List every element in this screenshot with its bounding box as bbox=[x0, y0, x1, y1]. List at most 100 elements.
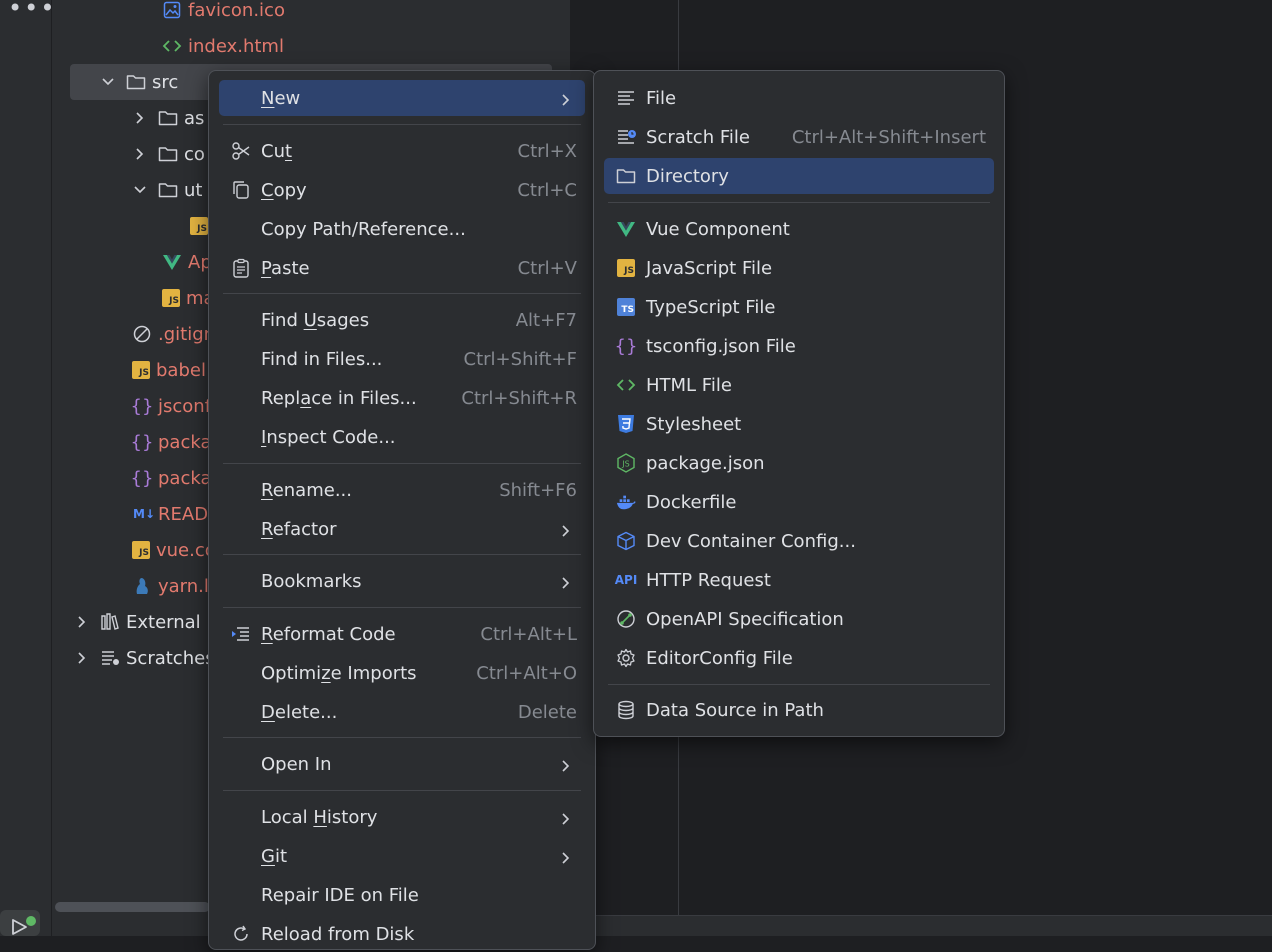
chevron-right-icon[interactable] bbox=[74, 614, 90, 630]
new-item-openapi[interactable]: OpenAPI Specification bbox=[604, 601, 994, 637]
tree-item-label: ut bbox=[184, 179, 203, 201]
menu-item-find-usages[interactable]: Find Usages Alt+F7 bbox=[219, 302, 585, 338]
new-item-javascript-file[interactable]: JS JavaScript File bbox=[604, 250, 994, 286]
new-item-directory[interactable]: Directory bbox=[604, 158, 994, 194]
js-icon: JS bbox=[190, 217, 208, 235]
json-icon: {} bbox=[130, 395, 154, 417]
tree-item-vue-config[interactable]: JS vue.co bbox=[132, 532, 216, 568]
yarn-icon bbox=[132, 576, 152, 596]
tree-item-label: READ bbox=[158, 503, 209, 525]
tree-item-js-file[interactable]: JS bbox=[190, 208, 208, 244]
shortcut-label: Ctrl+Shift+R bbox=[461, 387, 577, 409]
shortcut-label: Ctrl+Alt+L bbox=[480, 623, 577, 645]
menu-item-bookmarks[interactable]: Bookmarks bbox=[219, 563, 585, 599]
new-item-tsconfig[interactable]: {} tsconfig.json File bbox=[604, 328, 994, 364]
tree-item-favicon[interactable]: favicon.ico bbox=[162, 0, 285, 28]
folder-icon bbox=[616, 166, 636, 186]
tree-item-jsconfig[interactable]: {} jsconf bbox=[130, 388, 212, 424]
chevron-right-icon[interactable] bbox=[74, 650, 90, 666]
menu-item-paste[interactable]: Paste Ctrl+V bbox=[219, 250, 585, 286]
new-item-dev-container[interactable]: Dev Container Config... bbox=[604, 523, 994, 559]
scratches-icon bbox=[100, 648, 120, 668]
chevron-right-icon bbox=[559, 522, 573, 543]
new-item-http-request[interactable]: API HTTP Request bbox=[604, 562, 994, 598]
chevron-right-icon[interactable] bbox=[132, 146, 148, 162]
tree-item-package-lock[interactable]: {} packa bbox=[130, 460, 212, 496]
folder-icon bbox=[158, 108, 178, 128]
shortcut-label: Ctrl+X bbox=[517, 140, 577, 162]
menu-item-find-in-files[interactable]: Find in Files... Ctrl+Shift+F bbox=[219, 341, 585, 377]
tree-item-package-json[interactable]: {} packa bbox=[131, 424, 212, 460]
new-item-dockerfile[interactable]: Dockerfile bbox=[604, 484, 994, 520]
new-item-file[interactable]: File bbox=[604, 80, 994, 116]
separator bbox=[223, 463, 581, 464]
tree-item-main-js[interactable]: JS ma bbox=[162, 280, 215, 316]
menu-item-replace-in-files[interactable]: Replace in Files... Ctrl+Shift+R bbox=[219, 380, 585, 416]
new-submenu: File Scratch File Ctrl+Alt+Shift+Insert … bbox=[593, 70, 1005, 737]
html-icon bbox=[616, 375, 636, 395]
menu-item-reload-from-disk[interactable]: Reload from Disk bbox=[219, 916, 585, 952]
tree-item-babel[interactable]: JS babel bbox=[132, 352, 206, 388]
new-item-scratch-file[interactable]: Scratch File Ctrl+Alt+Shift+Insert bbox=[604, 119, 994, 155]
docker-icon bbox=[616, 492, 636, 512]
tree-item-readme[interactable]: M↓ READ bbox=[132, 496, 208, 532]
tree-item-index-html[interactable]: index.html bbox=[162, 28, 284, 64]
menu-item-cut[interactable]: Cut Ctrl+X bbox=[219, 133, 585, 169]
new-item-stylesheet[interactable]: Stylesheet bbox=[604, 406, 994, 442]
menu-item-inspect-code[interactable]: Inspect Code... bbox=[219, 419, 585, 455]
clipboard-icon bbox=[231, 258, 251, 278]
menu-item-local-history[interactable]: Local History bbox=[219, 799, 585, 835]
menu-item-git[interactable]: Git bbox=[219, 838, 585, 874]
menu-item-copy[interactable]: Copy Ctrl+C bbox=[219, 172, 585, 208]
new-item-typescript-file[interactable]: TS TypeScript File bbox=[604, 289, 994, 325]
scissors-icon bbox=[231, 141, 251, 161]
menu-item-optimize-imports[interactable]: Optimize Imports Ctrl+Alt+O bbox=[219, 655, 585, 691]
menu-item-new[interactable]: New bbox=[219, 80, 585, 116]
chevron-down-icon[interactable] bbox=[132, 182, 148, 198]
svg-text:JS: JS bbox=[621, 460, 629, 469]
new-item-package-json[interactable]: JS package.json bbox=[604, 445, 994, 481]
new-item-data-source[interactable]: Data Source in Path bbox=[604, 692, 994, 728]
menu-item-rename[interactable]: Rename... Shift+F6 bbox=[219, 472, 585, 508]
horizontal-scrollbar[interactable] bbox=[55, 902, 210, 912]
tree-item-scratches[interactable]: Scratches bbox=[74, 640, 215, 676]
run-status-dot bbox=[26, 916, 36, 926]
shortcut-label: Ctrl+C bbox=[517, 179, 577, 201]
chevron-down-icon[interactable] bbox=[100, 74, 116, 90]
separator bbox=[223, 737, 581, 738]
tree-item-app-vue[interactable]: Ap bbox=[162, 244, 212, 280]
js-icon: JS bbox=[132, 541, 150, 559]
dev-container-icon bbox=[616, 531, 636, 551]
chevron-right-icon[interactable] bbox=[132, 110, 148, 126]
chevron-right-icon bbox=[559, 91, 573, 112]
new-item-vue-component[interactable]: Vue Component bbox=[604, 211, 994, 247]
shortcut-label: Ctrl+V bbox=[517, 257, 577, 279]
tree-item-assets[interactable]: as bbox=[132, 100, 204, 136]
database-icon bbox=[616, 700, 636, 720]
tree-item-yarn-lock[interactable]: yarn.l bbox=[132, 568, 209, 604]
separator bbox=[223, 293, 581, 294]
new-item-html-file[interactable]: HTML File bbox=[604, 367, 994, 403]
ts-icon: TS bbox=[616, 297, 636, 317]
tree-item-external-libraries[interactable]: External bbox=[74, 604, 201, 640]
tree-item-label: vue.co bbox=[156, 539, 216, 561]
html-icon bbox=[162, 36, 182, 56]
menu-item-repair-ide[interactable]: Repair IDE on File bbox=[219, 877, 585, 913]
tree-item-components[interactable]: co bbox=[132, 136, 205, 172]
new-item-editorconfig[interactable]: EditorConfig File bbox=[604, 640, 994, 676]
tree-item-label: index.html bbox=[188, 35, 284, 57]
menu-item-reformat-code[interactable]: Reformat Code Ctrl+Alt+L bbox=[219, 616, 585, 652]
tree-item-label: as bbox=[184, 107, 205, 129]
menu-item-copy-path[interactable]: Copy Path/Reference... bbox=[219, 211, 585, 247]
tree-item-gitignore[interactable]: .gitign bbox=[132, 316, 215, 352]
chevron-right-icon bbox=[559, 810, 573, 831]
json-icon: {} bbox=[130, 467, 154, 489]
tree-item-utils[interactable]: ut bbox=[132, 172, 202, 208]
menu-item-open-in[interactable]: Open In bbox=[219, 746, 585, 782]
openapi-icon bbox=[616, 609, 636, 629]
menu-item-refactor[interactable]: Refactor bbox=[219, 511, 585, 547]
css-icon bbox=[616, 414, 636, 434]
json-icon: {} bbox=[614, 335, 638, 357]
more-horizontal-icon[interactable]: ••• bbox=[8, 0, 56, 22]
menu-item-delete[interactable]: Delete... Delete bbox=[219, 694, 585, 730]
